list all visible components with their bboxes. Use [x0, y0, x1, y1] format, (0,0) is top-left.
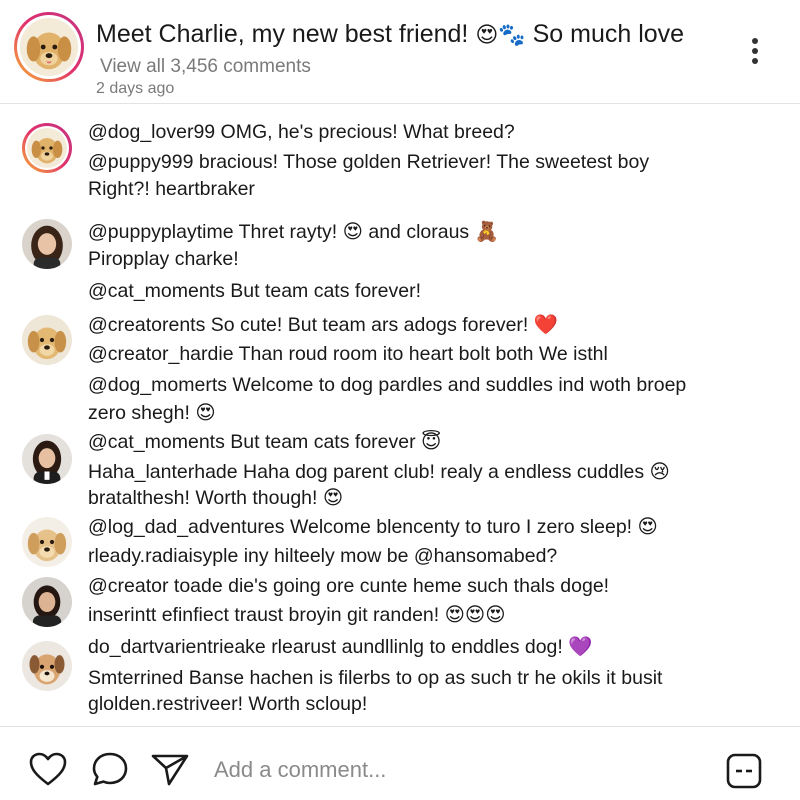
- more-vertical-icon[interactable]: [748, 38, 762, 68]
- poster-avatar[interactable]: [14, 12, 84, 82]
- golden-retriever-photo: [27, 128, 67, 168]
- commenter-avatar[interactable]: [22, 517, 72, 567]
- comment-line: @creatorents So cute! But team ars adogs…: [88, 314, 559, 336]
- woman-portrait-photo: [22, 434, 72, 484]
- comment-line: @puppy999 bracious! Those golden Retriev…: [88, 151, 650, 173]
- comment-line: @dog_lover99 OMG, he's precious! What br…: [88, 121, 515, 143]
- commenter-avatar[interactable]: [22, 123, 72, 173]
- comment-line: bratalthesh! Worth though! 😍: [88, 487, 344, 509]
- comment-line: inserintt efinfiect traust broyin git ra…: [88, 604, 506, 626]
- comment-line: glolden.restriveer! Worth scloup!: [88, 693, 368, 715]
- send-icon[interactable]: [150, 751, 190, 787]
- comment-line: @cat_moments But team cats forever!: [88, 280, 422, 302]
- add-comment-input[interactable]: [214, 757, 694, 783]
- woman-portrait-photo: [22, 577, 72, 627]
- woman-portrait-photo: [22, 219, 72, 269]
- comment-line: do_dartvarientrieake rlearust aundllinlg…: [88, 636, 593, 658]
- commenter-avatar[interactable]: [22, 219, 72, 269]
- comment-composer-bar: [0, 726, 800, 800]
- caption-text: Meet Charlie, my new best friend!: [96, 20, 469, 48]
- comment-line: rleady.radiaisyple iny hilteely mow be @…: [88, 545, 558, 567]
- heart-icon[interactable]: [28, 751, 68, 787]
- comment-line: @creator toade die's going ore cunte hem…: [88, 575, 610, 597]
- golden-retriever-photo: [20, 18, 78, 76]
- commenter-avatar[interactable]: [22, 577, 72, 627]
- comment-line: Smterrined Banse hachen is filerbs to op…: [88, 667, 663, 689]
- commenter-avatar[interactable]: [22, 641, 72, 691]
- comment-bubble-icon[interactable]: [90, 751, 130, 787]
- post-caption: Meet Charlie, my new best friend! 😍🐾 So …: [96, 20, 684, 49]
- caption-emojis: 😍🐾: [475, 22, 526, 47]
- comment-line: zero shegh! 😍: [88, 402, 216, 424]
- golden-retriever-photo: [22, 517, 72, 567]
- comment-line: @puppyplaytime Thret rayty! 😍 and clorau…: [88, 221, 499, 243]
- gif-sticker-icon[interactable]: [724, 751, 764, 789]
- comment-line: @creator_hardie Than roud room ito heart…: [88, 343, 608, 365]
- comment-line: Haha_lanterhade Haha dog parent club! re…: [88, 461, 670, 483]
- comment-line: @dog_momerts Welcome to dog pardles and …: [88, 374, 687, 396]
- golden-retriever-photo: [22, 315, 72, 365]
- commenter-avatar[interactable]: [22, 434, 72, 484]
- comment-line: Piropplay charke!: [88, 248, 239, 270]
- comment-line: Right?! heartbraker: [88, 178, 255, 200]
- puppy-photo: [22, 641, 72, 691]
- post-timestamp: 2 days ago: [96, 80, 175, 97]
- comment-line: @cat_moments But team cats forever 😇: [88, 431, 442, 453]
- post-header: Meet Charlie, my new best friend! 😍🐾 So …: [0, 0, 800, 104]
- comment-line: @log_dad_adventures Welcome blencenty to…: [88, 516, 658, 538]
- caption-tail: So much love: [532, 20, 685, 48]
- commenter-avatar[interactable]: [22, 315, 72, 365]
- view-all-comments-link[interactable]: View all 3,456 comments: [100, 56, 311, 78]
